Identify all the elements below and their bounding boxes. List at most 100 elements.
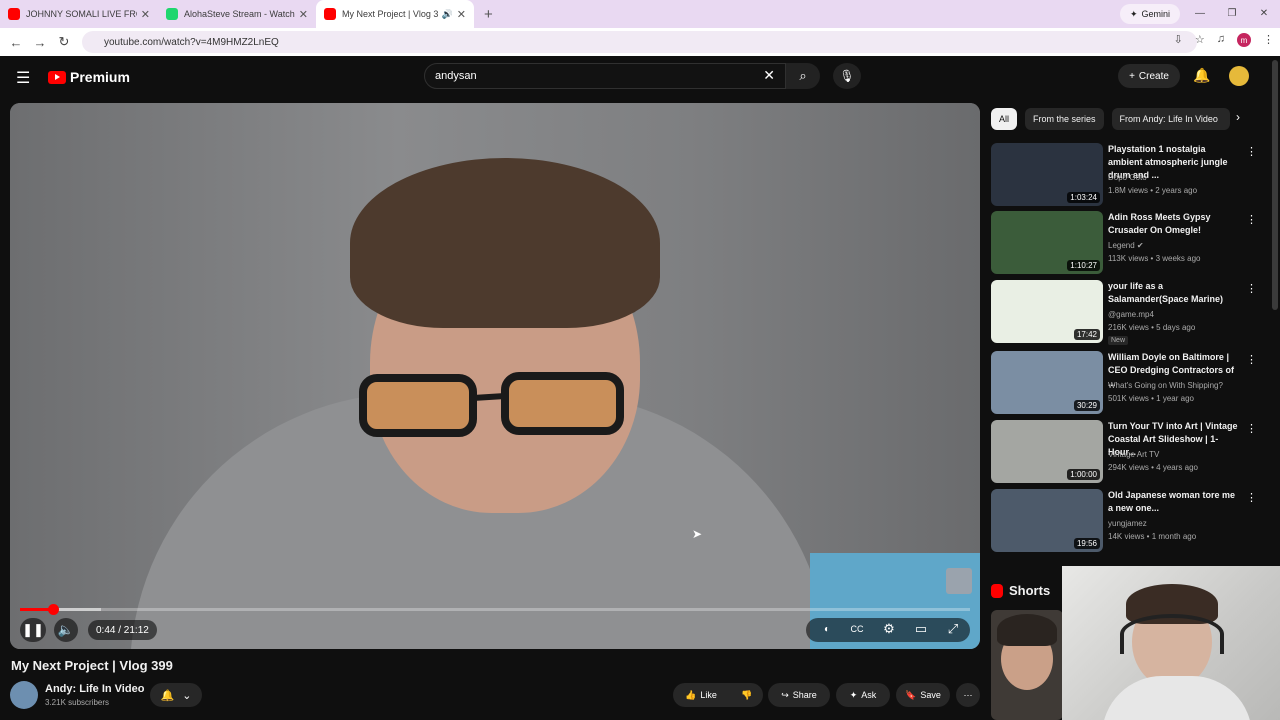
recommendation-channel[interactable]: Dopo Goto: [1108, 173, 1147, 182]
reload-icon[interactable]: ↻: [52, 34, 76, 50]
duration-badge: 19:56: [1073, 538, 1100, 549]
recommendation-item[interactable]: 17:42 your life as a Salamander(Space Ma…: [991, 280, 1263, 345]
youtube-icon: [324, 8, 336, 20]
recommendation-item[interactable]: 1:03:24 Playstation 1 nostalgia ambient …: [991, 143, 1263, 207]
share-label: Share: [792, 690, 817, 700]
close-window-icon[interactable]: ✕: [1248, 0, 1280, 28]
account-avatar[interactable]: [1229, 66, 1249, 86]
bookmark-star-icon[interactable]: ☆: [1195, 33, 1205, 47]
close-tab-icon[interactable]: ✕: [457, 8, 466, 21]
tab-title: AlohaSteve Stream - Watch Live: [184, 9, 295, 19]
recommendation-channel[interactable]: What's Going on With Shipping?: [1108, 381, 1223, 390]
chip-all[interactable]: All: [991, 108, 1018, 130]
video-thumbnail[interactable]: 1:03:24: [991, 143, 1103, 206]
back-icon[interactable]: ←: [4, 35, 28, 50]
time-display: 0:44 / 21:12: [88, 620, 157, 640]
short-thumbnail[interactable]: [991, 610, 1063, 720]
chevron-right-icon[interactable]: ›: [1236, 110, 1240, 124]
menu-icon[interactable]: ⋮: [1263, 33, 1274, 47]
recommendation-channel[interactable]: @game.mp4: [1108, 310, 1154, 319]
more-vertical-icon[interactable]: ⋮: [1246, 422, 1257, 435]
search-input[interactable]: andysan ✕: [424, 63, 786, 89]
video-thumbnail[interactable]: 30:29: [991, 351, 1103, 414]
video-thumbnail[interactable]: 17:42: [991, 280, 1103, 343]
address-bar: ← → ↻ youtube.com/watch?v=4M9HMZ2LnEQ ⇩ …: [0, 28, 1280, 56]
url-field[interactable]: youtube.com/watch?v=4M9HMZ2LnEQ: [82, 31, 1197, 53]
more-vertical-icon[interactable]: ⋮: [1246, 213, 1257, 226]
channel-avatar[interactable]: [10, 681, 38, 709]
recommendation-title[interactable]: your life as a Salamander(Space Marine): [1108, 280, 1242, 306]
share-icon: ↪: [781, 689, 789, 700]
recommendation-item[interactable]: 19:56 Old Japanese woman tore me a new o…: [991, 489, 1263, 553]
search-button[interactable]: ⌕: [786, 63, 820, 89]
duration-badge: 1:00:00: [1067, 469, 1100, 480]
gemini-button[interactable]: ✦ Gemini: [1119, 4, 1180, 24]
bell-icon: 🔔: [160, 689, 175, 702]
profile-avatar[interactable]: m: [1237, 33, 1251, 47]
settings-gear-icon[interactable]: ⚙: [878, 618, 900, 640]
more-vertical-icon[interactable]: ⋮: [1246, 353, 1257, 366]
more-vertical-icon[interactable]: ⋮: [1246, 491, 1257, 504]
recommendation-item[interactable]: 30:29 William Doyle on Baltimore | CEO D…: [991, 351, 1263, 415]
more-actions-button[interactable]: ⋯: [956, 683, 980, 707]
dislike-button[interactable]: 👎: [733, 683, 761, 707]
page-scrollbar[interactable]: [1272, 60, 1278, 310]
channel-name[interactable]: Andy: Life In Video: [45, 683, 144, 695]
maximize-icon[interactable]: ❐: [1216, 0, 1248, 28]
close-tab-icon[interactable]: ✕: [141, 8, 150, 21]
new-tab-button[interactable]: +: [484, 6, 493, 23]
voice-search-button[interactable]: 🎙: [833, 63, 861, 89]
subscribed-notification-button[interactable]: 🔔 ⌄: [150, 683, 202, 707]
recommendation-channel[interactable]: Vintage Art TV: [1108, 450, 1159, 459]
video-thumbnail[interactable]: 1:00:00: [991, 420, 1103, 483]
youtube-logo[interactable]: Premium: [48, 69, 130, 85]
notifications-icon[interactable]: 🔔: [1193, 67, 1210, 84]
browser-tab[interactable]: JOHNNY SOMALI LIVE FROM K ✕: [0, 0, 158, 28]
kick-icon: [166, 8, 178, 20]
pause-button[interactable]: ❚❚: [20, 618, 46, 642]
ask-button[interactable]: ✦ Ask: [836, 683, 890, 707]
browser-tab-bar: JOHNNY SOMALI LIVE FROM K ✕ AlohaSteve S…: [0, 0, 1280, 28]
browser-tab[interactable]: AlohaSteve Stream - Watch Live ✕: [158, 0, 316, 28]
recommendation-item[interactable]: 1:10:27 Adin Ross Meets Gypsy Crusader O…: [991, 211, 1263, 275]
speaker-icon[interactable]: 🔊: [442, 9, 453, 20]
more-vertical-icon[interactable]: ⋮: [1246, 282, 1257, 295]
sparkle-icon: ✦: [849, 689, 858, 700]
chip-from-the-series[interactable]: From the series: [1025, 108, 1104, 130]
create-button[interactable]: + Create: [1118, 64, 1180, 88]
close-tab-icon[interactable]: ✕: [299, 8, 308, 21]
video-thumbnail[interactable]: 19:56: [991, 489, 1103, 552]
forward-icon[interactable]: →: [28, 35, 52, 50]
chevron-down-icon: ⌄: [182, 689, 192, 702]
recommendation-channel[interactable]: yungjamez: [1108, 519, 1147, 528]
autoplay-toggle[interactable]: ◐: [816, 618, 838, 640]
clear-search-icon[interactable]: ✕: [763, 67, 775, 84]
recommendation-meta: 14K views • 1 month ago: [1108, 532, 1197, 541]
video-player[interactable]: ➤ ❚❚ 🔈 0:44 / 21:12 ◐ CC ⚙ ▭ ⤢: [10, 103, 980, 649]
chip-from-channel[interactable]: From Andy: Life In Video: [1111, 108, 1230, 130]
theater-mode-icon[interactable]: ▭: [910, 618, 932, 640]
recommendation-title[interactable]: Old Japanese woman tore me a new one...: [1108, 489, 1242, 515]
recommendation-title[interactable]: Adin Ross Meets Gypsy Crusader On Omegle…: [1108, 211, 1242, 237]
recommendation-item[interactable]: 1:00:00 Turn Your TV into Art | Vintage …: [991, 420, 1263, 484]
search-value: andysan: [435, 70, 477, 82]
shorts-header: Shorts: [991, 583, 1050, 598]
browser-tab-active[interactable]: My Next Project | Vlog 399 🔊 ✕: [316, 0, 474, 28]
channel-watermark[interactable]: [946, 568, 972, 594]
video-thumbnail[interactable]: 1:10:27: [991, 211, 1103, 274]
captions-icon[interactable]: CC: [846, 618, 868, 640]
progress-bar[interactable]: [20, 604, 970, 615]
recommendation-channel[interactable]: Legend ✔: [1108, 241, 1144, 250]
thumbs-down-icon: 👎: [741, 689, 753, 700]
fullscreen-icon[interactable]: ⤢: [942, 618, 964, 640]
mute-button[interactable]: 🔈: [54, 618, 78, 642]
minimize-icon[interactable]: —: [1184, 0, 1216, 28]
share-button[interactable]: ↪ Share: [768, 683, 830, 707]
install-icon[interactable]: ⇩: [1174, 33, 1183, 47]
like-button[interactable]: 👍 Like: [673, 683, 729, 707]
hamburger-menu-icon[interactable]: ☰: [16, 68, 30, 88]
media-icon[interactable]: ♫: [1217, 33, 1225, 47]
youtube-play-icon: [48, 70, 66, 84]
more-vertical-icon[interactable]: ⋮: [1246, 145, 1257, 158]
save-button[interactable]: 🔖 Save: [896, 683, 950, 707]
